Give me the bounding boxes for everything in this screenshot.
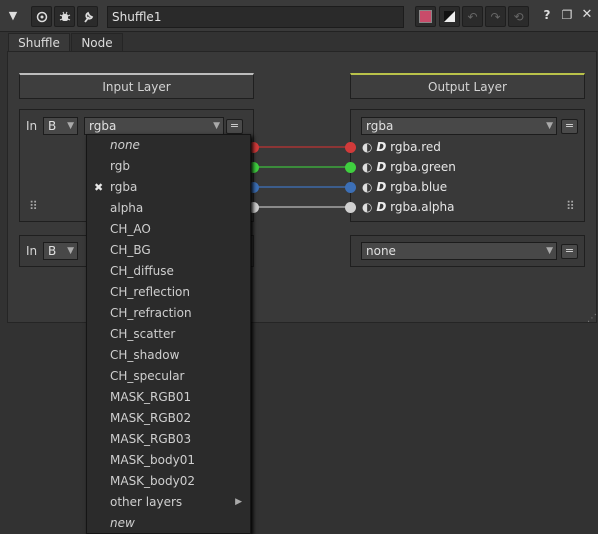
green-channel-wire xyxy=(251,166,349,168)
float-panel-icon[interactable]: ❐ xyxy=(560,8,574,24)
viewer-toggle-button[interactable] xyxy=(31,6,52,27)
output-channel-blue: ◐ D rgba.blue xyxy=(362,177,447,197)
chevron-down-icon: ▼ xyxy=(67,246,74,256)
menu-item-mask-rgb01[interactable]: MASK_RGB01 xyxy=(87,387,250,408)
chevron-down-icon: ▼ xyxy=(213,121,220,131)
input-b-value: B xyxy=(48,119,57,133)
menu-item-rgba[interactable]: ✖ rgba xyxy=(87,177,250,198)
input-b-select-2[interactable]: B ▼ xyxy=(43,242,78,260)
redo-button[interactable]: ↷ xyxy=(485,6,506,27)
tab-node[interactable]: Node xyxy=(71,33,123,52)
node-color-reset-button[interactable] xyxy=(439,6,460,27)
submenu-arrow-icon: ▶ xyxy=(235,497,242,507)
output-channel-green: ◐ D rgba.green xyxy=(362,157,456,177)
menu-item-ch-bg[interactable]: CH_BG xyxy=(87,240,250,261)
output-layer-select[interactable]: rgba ▼ xyxy=(361,117,557,135)
wrench-icon xyxy=(83,11,93,23)
color-swatch-icon xyxy=(419,10,432,23)
check-x-icon: ✖ xyxy=(94,181,104,194)
output-equal-button[interactable]: = xyxy=(561,119,578,134)
in-label: In xyxy=(26,119,38,133)
wrench-button[interactable] xyxy=(77,6,98,27)
undo-button[interactable]: ↶ xyxy=(462,6,483,27)
drag-grip-icon[interactable]: ⠿ xyxy=(566,199,575,213)
menu-item-mask-body01[interactable]: MASK_body01 xyxy=(87,450,250,471)
revert-button[interactable]: ⟲ xyxy=(508,6,529,27)
output-channel-label: rgba.red xyxy=(390,140,441,154)
output-channel-alpha: ◐ D rgba.alpha xyxy=(362,197,455,217)
menu-item-mask-rgb02[interactable]: MASK_RGB02 xyxy=(87,408,250,429)
d-icon[interactable]: D xyxy=(376,200,386,214)
menu-item-rgb[interactable]: rgb xyxy=(87,156,250,177)
close-icon[interactable]: ✕ xyxy=(580,7,594,23)
input-layer-value: rgba xyxy=(89,119,117,133)
half-circle-icon[interactable]: ◐ xyxy=(362,140,372,154)
d-icon[interactable]: D xyxy=(376,160,386,174)
tab-shuffle[interactable]: Shuffle xyxy=(8,33,70,52)
output-layer-title: Output Layer xyxy=(428,80,507,94)
output-layer-select-2[interactable]: none ▼ xyxy=(361,242,557,260)
input-layer-header: Input Layer xyxy=(19,73,254,99)
input-equal-button[interactable]: = xyxy=(226,119,243,134)
black-white-swatch-icon xyxy=(444,11,455,22)
collapse-triangle-icon[interactable]: ▼ xyxy=(4,7,22,25)
alpha-channel-wire xyxy=(251,206,349,208)
output-alpha-dot[interactable] xyxy=(345,202,356,213)
half-circle-icon[interactable]: ◐ xyxy=(362,160,372,174)
output-layer-header: Output Layer xyxy=(350,73,585,99)
output-channel-label: rgba.blue xyxy=(390,180,448,194)
input-layer-select[interactable]: rgba ▼ xyxy=(84,117,224,135)
drag-grip-icon[interactable]: ⠿ xyxy=(29,199,38,213)
half-circle-icon[interactable]: ◐ xyxy=(362,200,372,214)
menu-item-ch-reflection[interactable]: CH_reflection xyxy=(87,282,250,303)
menu-item-mask-rgb03[interactable]: MASK_RGB03 xyxy=(87,429,250,450)
node-name-field[interactable]: Shuffle1 xyxy=(107,6,404,28)
menu-item-new[interactable]: new xyxy=(87,513,250,534)
menu-item-ch-diffuse[interactable]: CH_diffuse xyxy=(87,261,250,282)
menu-item-ch-shadow[interactable]: CH_shadow xyxy=(87,345,250,366)
output-equal-button-2[interactable]: = xyxy=(561,244,578,259)
output-blue-dot[interactable] xyxy=(345,182,356,193)
help-icon[interactable]: ? xyxy=(540,8,554,24)
in-label-2: In xyxy=(26,244,38,258)
circle-dot-icon xyxy=(36,11,47,22)
output-layer-value-2: none xyxy=(366,244,396,258)
output-channel-label: rgba.green xyxy=(390,160,456,174)
properties-toolbar: ▼ Shuffle1 ↶ ↷ ⟲ ? ❐ ✕ xyxy=(0,0,598,32)
node-color-button[interactable] xyxy=(415,6,436,27)
layer-dropdown-menu: none rgb ✖ rgba alpha CH_AO CH_BG CH_diff… xyxy=(86,134,251,534)
menu-item-other-layers[interactable]: other layers ▶ xyxy=(87,492,250,513)
output-green-dot[interactable] xyxy=(345,162,356,173)
menu-item-ch-ao[interactable]: CH_AO xyxy=(87,219,250,240)
chevron-down-icon: ▼ xyxy=(546,246,553,256)
menu-item-ch-specular[interactable]: CH_specular xyxy=(87,366,250,387)
node-bug-button[interactable] xyxy=(54,6,75,27)
input-b-value-2: B xyxy=(48,244,57,258)
menu-item-ch-scatter[interactable]: CH_scatter xyxy=(87,324,250,345)
chevron-down-icon: ▼ xyxy=(67,121,74,131)
input-b-select[interactable]: B ▼ xyxy=(43,117,78,135)
menu-item-mask-body02[interactable]: MASK_body02 xyxy=(87,471,250,492)
d-icon[interactable]: D xyxy=(376,140,386,154)
bug-icon xyxy=(59,11,70,21)
menu-item-none[interactable]: none xyxy=(87,135,250,156)
output-channel-label: rgba.alpha xyxy=(390,200,455,214)
menu-item-alpha[interactable]: alpha xyxy=(87,198,250,219)
input-layer-title: Input Layer xyxy=(102,80,171,94)
output-red-dot[interactable] xyxy=(345,142,356,153)
d-icon[interactable]: D xyxy=(376,180,386,194)
output-layer-value: rgba xyxy=(366,119,394,133)
resize-handle-icon[interactable]: ⋰ xyxy=(587,313,597,324)
output-channel-red: ◐ D rgba.red xyxy=(362,137,441,157)
chevron-down-icon: ▼ xyxy=(546,121,553,131)
blue-channel-wire xyxy=(251,186,349,188)
menu-item-ch-refraction[interactable]: CH_refraction xyxy=(87,303,250,324)
red-channel-wire xyxy=(251,146,349,148)
half-circle-icon[interactable]: ◐ xyxy=(362,180,372,194)
